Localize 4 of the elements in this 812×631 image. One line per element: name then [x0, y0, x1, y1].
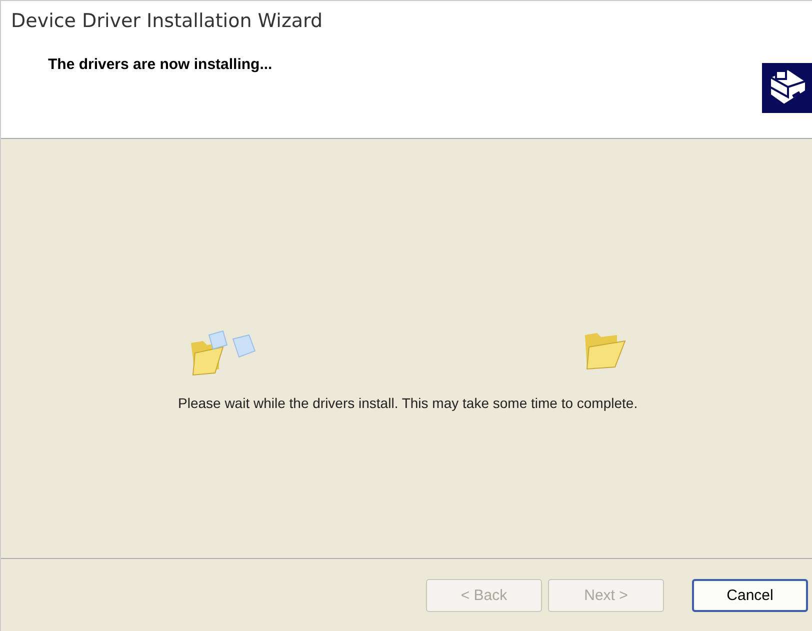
header-title: The drivers are now installing...	[48, 56, 272, 73]
status-message: Please wait while the drivers install. This may take some time to complete.	[178, 395, 639, 411]
window-title: Device Driver Installation Wizard	[11, 10, 323, 32]
cancel-button[interactable]: Cancel	[692, 579, 808, 612]
